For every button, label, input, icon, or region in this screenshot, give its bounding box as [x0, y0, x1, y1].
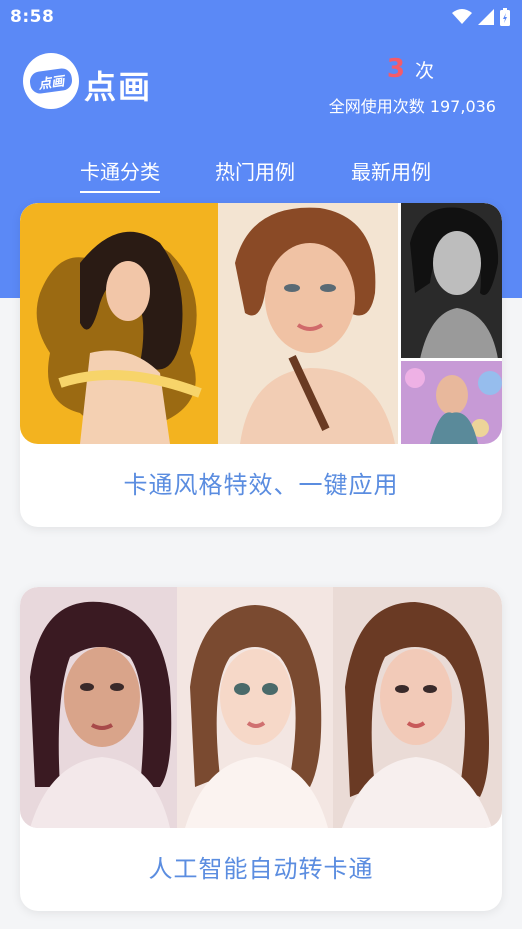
ai-cartoon-preview-image: [20, 587, 502, 828]
cartoon-style-preview-image: [20, 203, 502, 444]
battery-icon: [500, 8, 510, 26]
ai-cartoon-collage: [20, 587, 502, 828]
tab-popular-examples[interactable]: 热门用例: [215, 156, 295, 191]
remaining-count-unit: 次: [414, 60, 434, 82]
wifi-icon: [452, 9, 472, 24]
status-time: 8:58: [10, 7, 55, 27]
cartoon-style-card[interactable]: 卡通风格特效、一键应用: [20, 203, 502, 527]
ai-cartoon-caption: 人工智能自动转卡通: [148, 855, 374, 883]
signal-icon: [478, 9, 494, 25]
remaining-count-value: 3: [386, 54, 405, 84]
app-title: 点画: [84, 68, 153, 106]
tab-cartoon-category[interactable]: 卡通分类: [80, 156, 160, 193]
tab-latest-examples[interactable]: 最新用例: [351, 156, 431, 191]
app-logo: 点画: [23, 53, 79, 109]
category-tabs: 卡通分类 热门用例 最新用例: [0, 156, 522, 196]
app-logo-mark: 点画: [28, 67, 74, 95]
ai-cartoon-card[interactable]: 人工智能自动转卡通: [20, 587, 502, 911]
remaining-count: 3 次: [387, 54, 434, 84]
cartoon-style-collage: [20, 203, 502, 444]
status-icons: [452, 8, 510, 26]
status-bar: 8:58: [0, 0, 522, 36]
total-usage-label: 全网使用次数 197,036: [328, 97, 496, 116]
cartoon-style-caption: 卡通风格特效、一键应用: [123, 471, 399, 499]
